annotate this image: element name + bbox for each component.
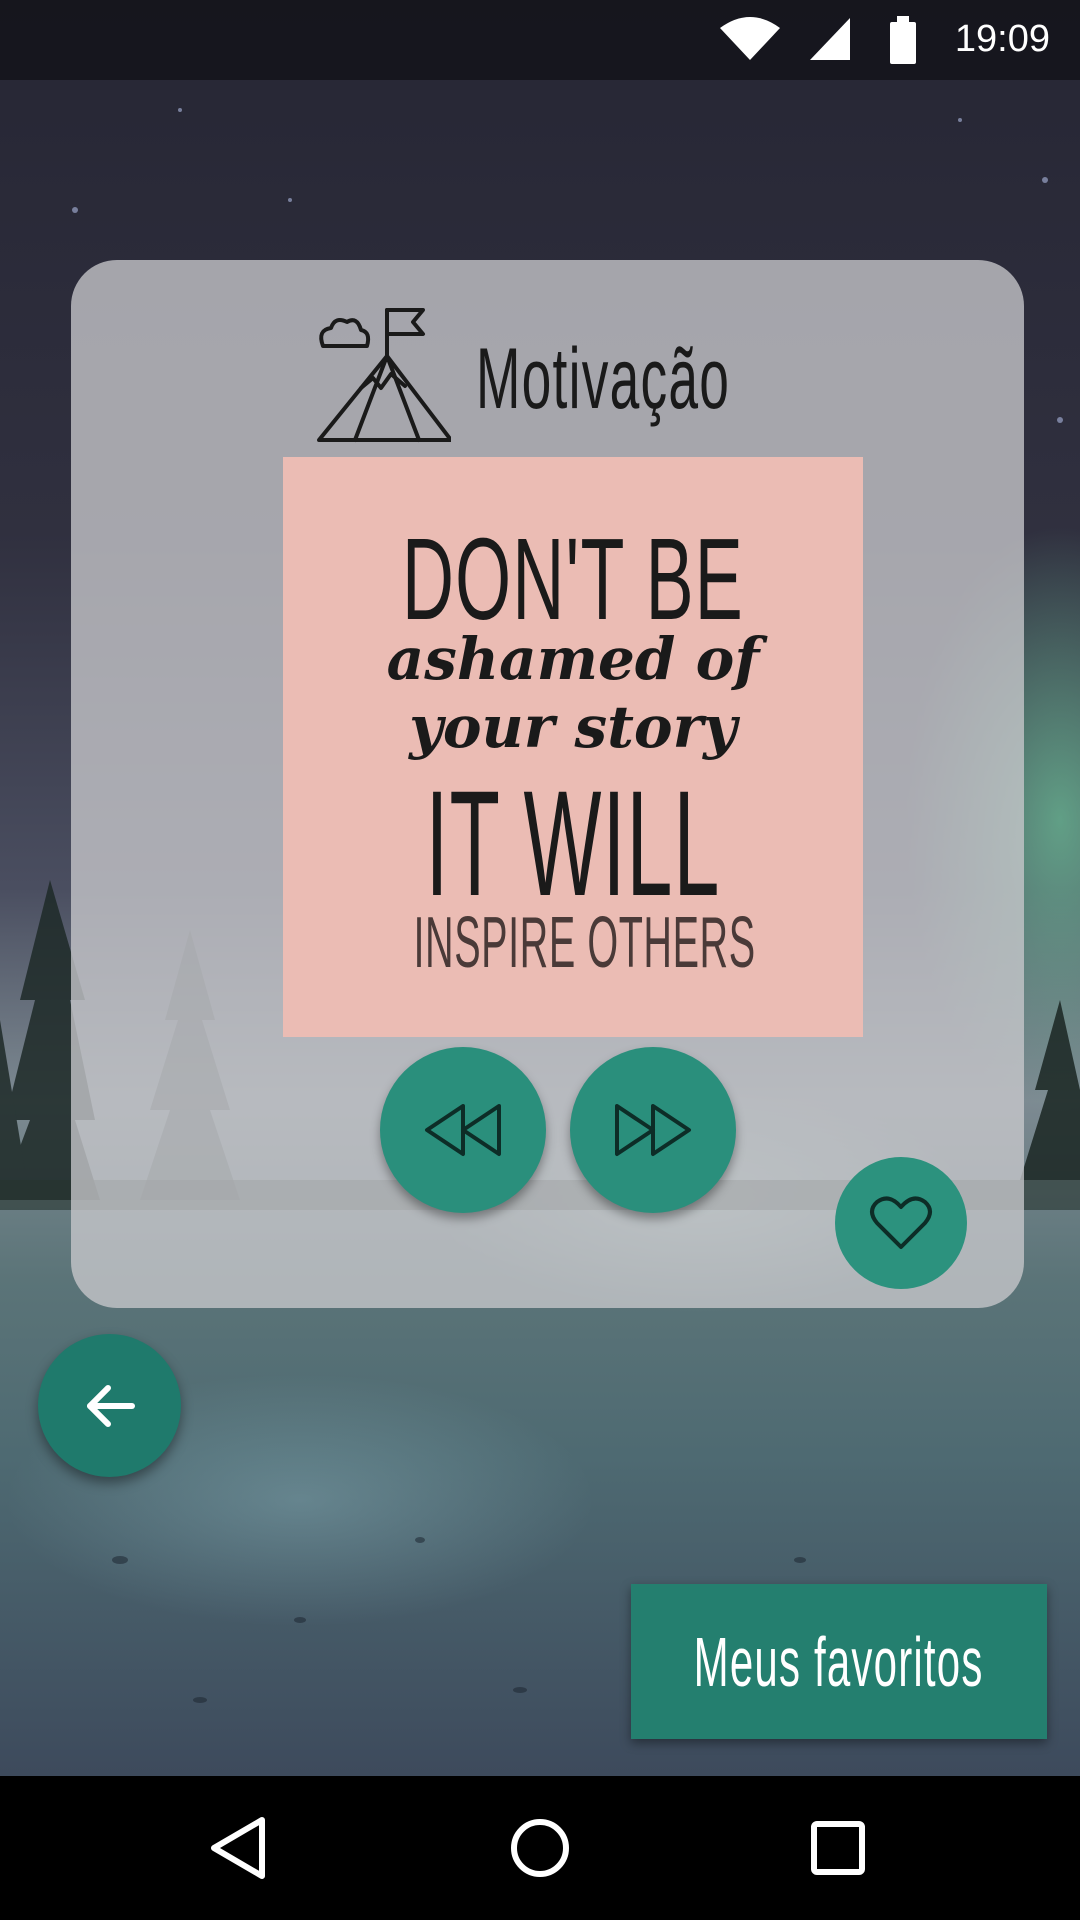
rewind-button[interactable] (380, 1047, 546, 1213)
heart-icon (870, 1196, 932, 1249)
fast-forward-button[interactable] (570, 1047, 736, 1213)
page-title: Motivação (476, 331, 731, 427)
nav-back-icon (211, 1817, 265, 1879)
mountain-flag-icon (317, 308, 451, 442)
nav-home-button[interactable] (490, 1798, 590, 1898)
fast-forward-icon (615, 1104, 691, 1156)
status-bar: 19:09 (0, 0, 1080, 80)
nav-home-icon (511, 1819, 569, 1877)
nav-recents-button[interactable] (788, 1798, 888, 1898)
quote-image: DON'T BE ashamed of your story IT WILL I… (283, 457, 863, 1037)
battery-icon (890, 16, 916, 64)
nav-back-button[interactable] (188, 1798, 288, 1898)
quote-line-2: ashamed of (386, 625, 760, 693)
card-header: Motivação (71, 300, 1024, 450)
screen: 19:09 Motivação DON'T BE ashamed of your… (0, 0, 1080, 1920)
quote-line-5: INSPIRE OTHERS (413, 903, 756, 983)
status-time: 19:09 (954, 18, 1050, 60)
wifi-icon (720, 17, 780, 60)
rewind-icon (425, 1104, 501, 1156)
favorite-button[interactable] (835, 1157, 967, 1289)
nav-recents-icon (811, 1821, 865, 1875)
system-nav-bar (0, 1776, 1080, 1920)
arrow-left-icon (86, 1384, 135, 1427)
quote-card: Motivação DON'T BE ashamed of your story… (71, 260, 1024, 1308)
cell-signal-icon (810, 18, 850, 60)
quote-line-3: your story (409, 693, 737, 761)
back-button[interactable] (38, 1334, 181, 1477)
my-favorites-label: Meus favoritos (694, 1622, 984, 1701)
my-favorites-button[interactable]: Meus favoritos (631, 1584, 1047, 1739)
